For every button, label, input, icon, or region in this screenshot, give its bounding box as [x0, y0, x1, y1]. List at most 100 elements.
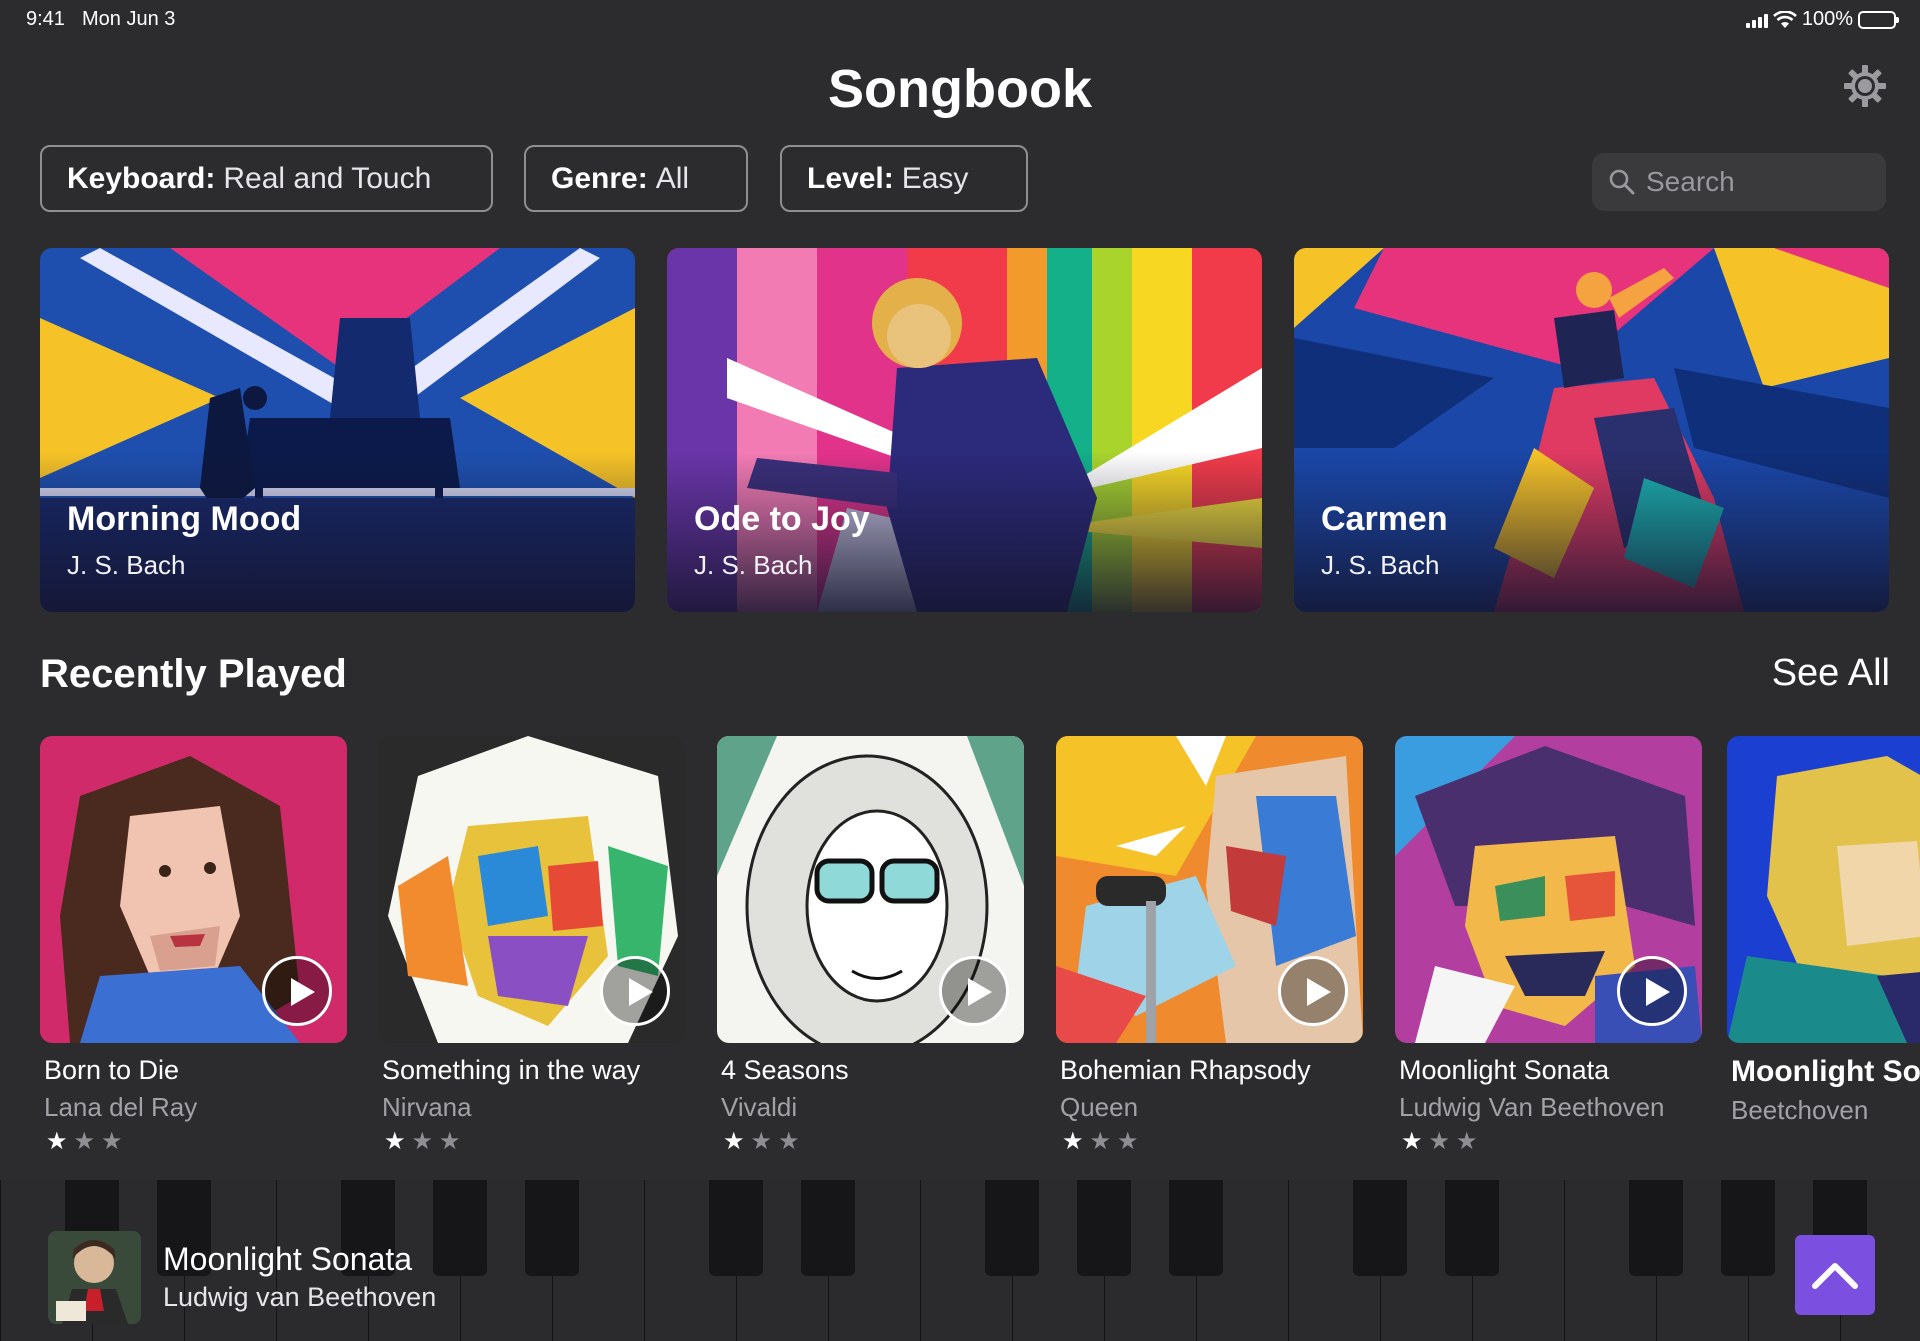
album-art — [1056, 736, 1363, 1043]
filter-label: Level: — [807, 161, 894, 195]
featured-title: Morning Mood — [67, 500, 302, 538]
song-title: Moonlight Sonata — [1399, 1055, 1610, 1085]
now-playing-title: Moonlight Sonata — [163, 1241, 413, 1277]
star-icon-empty: ★★ — [411, 1128, 467, 1155]
difficulty-rating: ★★★ — [384, 1127, 685, 1156]
star-icon-empty: ★★ — [750, 1128, 806, 1155]
level-filter[interactable]: Level: Easy — [780, 145, 1028, 212]
song-title: Bohemian Rhapsody — [1060, 1055, 1311, 1085]
piano-black-key — [1169, 1180, 1223, 1276]
song-title: Moonlight Sonata — [1731, 1055, 1920, 1088]
featured-title: Carmen — [1321, 500, 1448, 538]
piano-black-key — [525, 1180, 579, 1276]
song-artist: Beetchoven — [1731, 1095, 1869, 1125]
recent-item[interactable]: Born to Die Lana del Ray ★★★ — [40, 736, 347, 1156]
songbook-screen: 9:41 Mon Jun 3 100% Songbook Keyboard: R… — [0, 0, 1920, 1212]
piano-black-key — [801, 1180, 855, 1276]
song-artist: Queen — [1060, 1092, 1139, 1122]
song-title: Born to Die — [44, 1055, 180, 1085]
song-artist: Ludwig Van Beethoven — [1399, 1092, 1665, 1122]
now-playing-artwork — [48, 1231, 141, 1324]
piano-black-key — [1721, 1180, 1775, 1276]
album-art — [1395, 736, 1702, 1043]
piano-black-key — [1629, 1180, 1683, 1276]
search-placeholder: Search — [1646, 166, 1735, 197]
status-time: 9:41 — [26, 8, 65, 30]
battery-percent: 100% — [1801, 8, 1853, 30]
star-icon-empty: ★★ — [1428, 1128, 1484, 1155]
piano-black-key — [1353, 1180, 1407, 1276]
filter-value: Real and Touch — [223, 161, 432, 195]
star-icon-filled: ★ — [723, 1128, 751, 1155]
song-title: 4 Seasons — [721, 1055, 849, 1085]
keyboard-filter[interactable]: Keyboard: Real and Touch — [40, 145, 493, 212]
album-art — [717, 736, 1024, 1043]
song-artist: Lana del Ray — [44, 1092, 198, 1122]
recent-item[interactable]: Moonlight Sonata Beetchoven — [1727, 736, 1920, 1126]
featured-artist: J. S. Bach — [1321, 550, 1440, 580]
album-art — [1727, 736, 1920, 1043]
artwork-portrait — [48, 1231, 141, 1324]
piano-white-key-divider — [644, 1180, 645, 1341]
piano-black-key — [433, 1180, 487, 1276]
featured-card[interactable]: Carmen J. S. Bach — [1294, 248, 1889, 612]
piano-white-key-divider — [920, 1180, 921, 1341]
gear-icon[interactable] — [1843, 64, 1887, 108]
piano-white-key-divider — [1288, 1180, 1289, 1341]
section-title: Recently Played — [40, 652, 347, 696]
play-button[interactable] — [1278, 956, 1348, 1026]
star-icon-empty: ★★ — [1089, 1128, 1145, 1155]
recent-item[interactable]: Something in the way Nirvana ★★★ — [378, 736, 685, 1156]
page-title: Songbook — [828, 59, 1092, 119]
star-icon-filled: ★ — [1401, 1128, 1429, 1155]
cellular-signal-icon — [1745, 12, 1768, 28]
search-icon — [1609, 169, 1635, 195]
filter-value: All — [655, 161, 690, 195]
featured-artist: J. S. Bach — [694, 550, 813, 580]
search-input[interactable]: Search — [1592, 153, 1886, 211]
recent-item[interactable]: Bohemian Rhapsody Queen ★★★ — [1056, 736, 1363, 1156]
chevron-up-icon — [1812, 1263, 1858, 1289]
now-playing-artist: Ludwig van Beethoven — [163, 1282, 437, 1312]
star-icon-filled: ★ — [1062, 1128, 1090, 1155]
song-title: Something in the way — [382, 1055, 641, 1085]
piano-white-key-divider — [1564, 1180, 1565, 1341]
featured-card[interactable]: Morning Mood J. S. Bach — [40, 248, 635, 612]
difficulty-rating: ★★★ — [1062, 1127, 1363, 1156]
album-art — [40, 736, 347, 1043]
battery-icon — [1858, 10, 1899, 29]
difficulty-rating: ★★★ — [723, 1127, 1024, 1156]
piano-black-key — [985, 1180, 1039, 1276]
featured-artist: J. S. Bach — [67, 550, 186, 580]
status-indicators: 100% — [1745, 8, 1899, 31]
expand-player-button[interactable] — [1795, 1235, 1875, 1315]
artwork-portrait — [1727, 736, 1920, 1043]
difficulty-rating: ★★★ — [1401, 1127, 1702, 1156]
see-all-link[interactable]: See All — [1772, 652, 1890, 695]
filter-value: Easy — [901, 161, 969, 195]
difficulty-rating: ★★★ — [46, 1127, 347, 1156]
star-icon-filled: ★ — [384, 1128, 412, 1155]
recent-item[interactable]: Moonlight Sonata Ludwig Van Beethoven ★★… — [1395, 736, 1702, 1156]
filter-label: Genre: — [551, 161, 648, 195]
genre-filter[interactable]: Genre: All — [524, 145, 748, 212]
wifi-icon — [1772, 10, 1797, 28]
star-icon-filled: ★ — [46, 1128, 74, 1155]
status-date: Mon Jun 3 — [82, 8, 176, 30]
play-button[interactable] — [262, 956, 332, 1026]
piano-black-key — [1445, 1180, 1499, 1276]
piano-black-key — [1077, 1180, 1131, 1276]
featured-card[interactable]: Ode to Joy J. S. Bach — [667, 248, 1262, 612]
piano-white-key-divider — [0, 1180, 1, 1341]
play-button[interactable] — [939, 956, 1009, 1026]
song-artist: Nirvana — [382, 1092, 472, 1122]
album-art — [378, 736, 685, 1043]
song-artist: Vivaldi — [721, 1092, 798, 1122]
piano-black-key — [709, 1180, 763, 1276]
recent-item[interactable]: 4 Seasons Vivaldi ★★★ — [717, 736, 1024, 1156]
filter-label: Keyboard: — [67, 161, 216, 195]
featured-title: Ode to Joy — [694, 500, 870, 538]
star-icon-empty: ★★ — [73, 1128, 129, 1155]
play-button[interactable] — [1617, 956, 1687, 1026]
play-button[interactable] — [600, 956, 670, 1026]
